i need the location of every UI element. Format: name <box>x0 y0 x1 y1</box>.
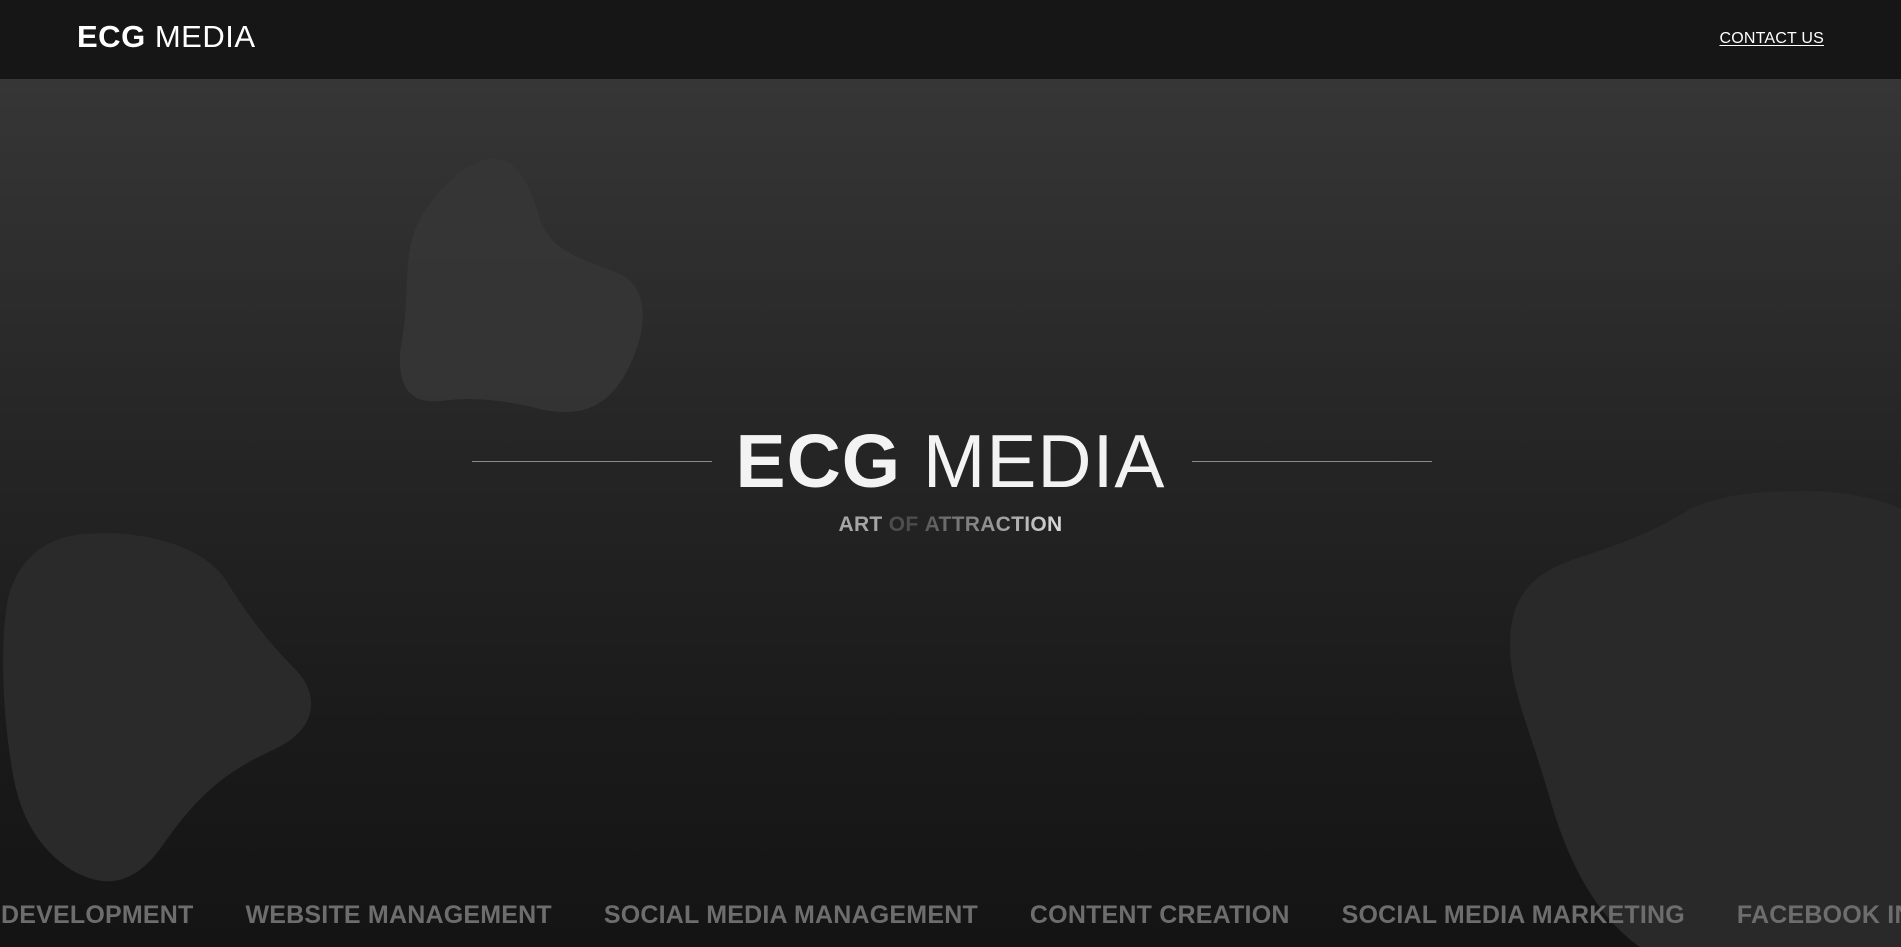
logo-text-strong: ECG <box>77 19 146 54</box>
tagline-word-attraction: ATTRACTION <box>924 513 1063 536</box>
hero-title-light: MEDIA <box>922 419 1166 503</box>
title-divider-right <box>1192 461 1432 462</box>
ticker-item-content-creation: CONTENT CREATION <box>1029 901 1290 929</box>
top-navbar: ECG MEDIA CONTACT US <box>0 0 1901 79</box>
ticker-item-facebook-instagram: FACEBOOK INSTAGRA <box>1736 901 1901 929</box>
tagline-word-art: ART <box>838 513 883 536</box>
ticker-item-development: DEVELOPMENT <box>1 901 194 929</box>
ticker-item-social-media-management: SOCIAL MEDIA MANAGEMENT <box>603 901 978 929</box>
hero-title-strong: ECG <box>735 419 902 503</box>
tagline-word-of: OF <box>888 513 919 536</box>
hero-section: ECG MEDIA ART OF ATTRACTION <box>0 79 1901 947</box>
ticker-item-social-media-marketing: SOCIAL MEDIA MARKETING <box>1341 901 1685 929</box>
hero-tagline: ART OF ATTRACTION <box>0 513 1901 537</box>
hero-content: ECG MEDIA ART OF ATTRACTION <box>0 79 1901 947</box>
ticker-item-website-management: WEBSITE MANAGEMENT <box>245 901 552 929</box>
contact-us-link[interactable]: CONTACT US <box>1719 30 1824 48</box>
site-logo[interactable]: ECG MEDIA <box>77 20 256 54</box>
logo-text-light: MEDIA <box>154 19 256 54</box>
services-ticker: DEVELOPMENT WEBSITE MANAGEMENT SOCIAL ME… <box>0 893 1901 937</box>
ticker-track: DEVELOPMENT WEBSITE MANAGEMENT SOCIAL ME… <box>1 893 1901 937</box>
hero-title: ECG MEDIA <box>0 419 1901 503</box>
